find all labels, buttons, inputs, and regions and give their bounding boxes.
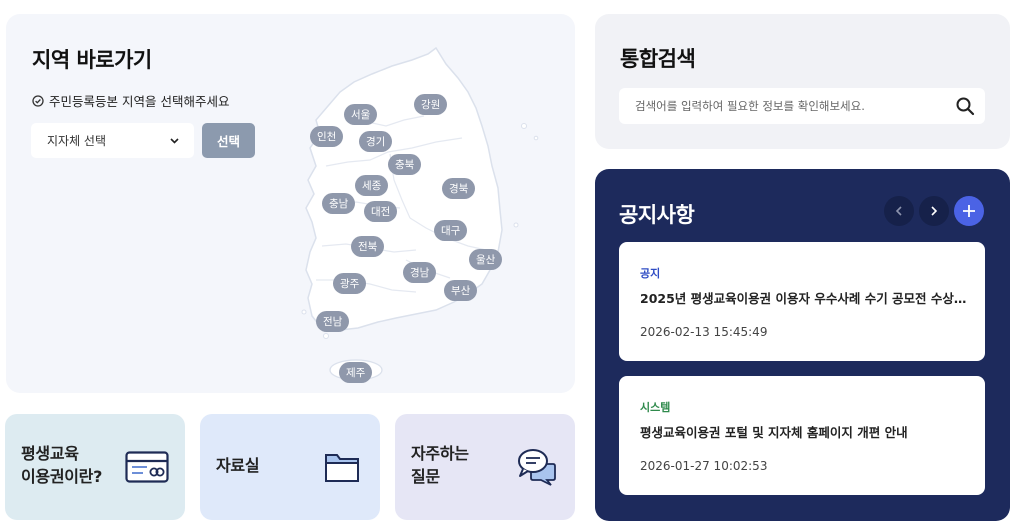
region-pill-seoul[interactable]: 서울	[344, 104, 378, 125]
folder-icon	[325, 454, 359, 482]
region-pill-jeju[interactable]: 제주	[339, 362, 373, 383]
region-pill-gwangju[interactable]: 광주	[333, 273, 367, 294]
region-pill-daejeon[interactable]: 대전	[364, 201, 398, 222]
quick-link-label-line2: 질문	[411, 467, 440, 486]
region-select[interactable]: 지자체 선택	[31, 123, 194, 158]
quick-link-faq[interactable]: 자주하는 질문	[395, 414, 575, 520]
chevron-right-icon	[931, 206, 938, 216]
region-pill-incheon[interactable]: 인천	[310, 126, 344, 147]
notice-category: 시스템	[640, 401, 671, 414]
region-pill-gyeongbuk[interactable]: 경북	[442, 178, 476, 199]
check-circle-icon	[32, 94, 44, 107]
quick-link-label-line2: 이용권이란?	[21, 467, 103, 486]
region-pill-gyeonggi[interactable]: 경기	[359, 131, 393, 152]
chevron-left-icon	[895, 206, 902, 216]
quick-link-label-line1: 평생교육	[21, 444, 79, 463]
notice-card[interactable]: 시스템 평생교육이용권 포털 및 지자체 홈페이지 개편 안내 2026-01-…	[619, 376, 985, 495]
notice-panel: 공지사항 공지 2025년 평생교육이용권 이용자 우수사례 수기 공모전 수상…	[595, 169, 1010, 521]
quick-link-label-line1: 자주하는	[411, 444, 469, 463]
notice-date: 2026-02-13 15:45:49	[640, 325, 768, 339]
notice-card[interactable]: 공지 2025년 평생교육이용권 이용자 우수사례 수기 공모전 수상자 발표 …	[619, 242, 985, 361]
quick-link-label: 자주하는 질문	[411, 442, 469, 488]
integrated-search-panel: 통합검색	[595, 14, 1010, 149]
region-hint-text: 주민등록등본 지역을 선택해주세요	[49, 94, 230, 109]
region-title: 지역 바로가기	[32, 48, 152, 72]
search-input[interactable]	[619, 88, 949, 124]
region-pill-sejong[interactable]: 세종	[355, 175, 389, 196]
quick-link-voucher-info[interactable]: 평생교육 이용권이란?	[5, 414, 185, 520]
region-shortcut-panel: 지역 바로가기 주민등록등본 지역을 선택해주세요 지자체 선택 선택 서울 강…	[6, 14, 575, 393]
card-icon	[125, 451, 169, 483]
notice-more-button[interactable]	[954, 196, 984, 226]
region-pill-gyeongnam[interactable]: 경남	[403, 262, 437, 283]
notice-title: 공지사항	[619, 203, 695, 227]
notice-date: 2026-01-27 10:02:53	[640, 459, 768, 473]
quick-link-label: 자료실	[216, 456, 260, 475]
notice-card-title: 2025년 평생교육이용권 이용자 우수사례 수기 공모전 수상자 발표	[640, 291, 970, 306]
region-pill-daegu[interactable]: 대구	[434, 220, 468, 241]
region-pill-jeonnam[interactable]: 전남	[316, 311, 350, 332]
notice-prev-button[interactable]	[884, 196, 914, 226]
region-select-value: 지자체 선택	[47, 134, 107, 148]
region-select-button[interactable]: 선택	[202, 123, 255, 158]
search-title: 통합검색	[620, 47, 696, 71]
region-pill-gangwon[interactable]: 강원	[414, 94, 448, 115]
korea-map: 서울 강원 인천 경기 충북 세종 충남 대전 경북 대구 전북 울산 경남 광…	[286, 30, 546, 383]
plus-icon	[963, 205, 975, 217]
region-pill-jeonbuk[interactable]: 전북	[351, 236, 385, 257]
chevron-down-icon	[170, 138, 179, 144]
notice-card-title: 평생교육이용권 포털 및 지자체 홈페이지 개편 안내	[640, 425, 908, 440]
search-icon[interactable]	[955, 96, 975, 116]
quick-link-label: 평생교육 이용권이란?	[21, 442, 102, 488]
region-hint: 주민등록등본 지역을 선택해주세요	[32, 91, 229, 110]
search-field	[619, 88, 985, 124]
region-pill-busan[interactable]: 부산	[444, 280, 478, 301]
chat-bubbles-icon	[518, 449, 556, 486]
notice-next-button[interactable]	[919, 196, 949, 226]
region-pill-chungnam[interactable]: 충남	[322, 193, 356, 214]
region-pill-ulsan[interactable]: 울산	[469, 249, 503, 270]
quick-link-archive[interactable]: 자료실	[200, 414, 380, 520]
region-pill-chungbuk[interactable]: 충북	[388, 154, 422, 175]
notice-category: 공지	[640, 267, 661, 280]
